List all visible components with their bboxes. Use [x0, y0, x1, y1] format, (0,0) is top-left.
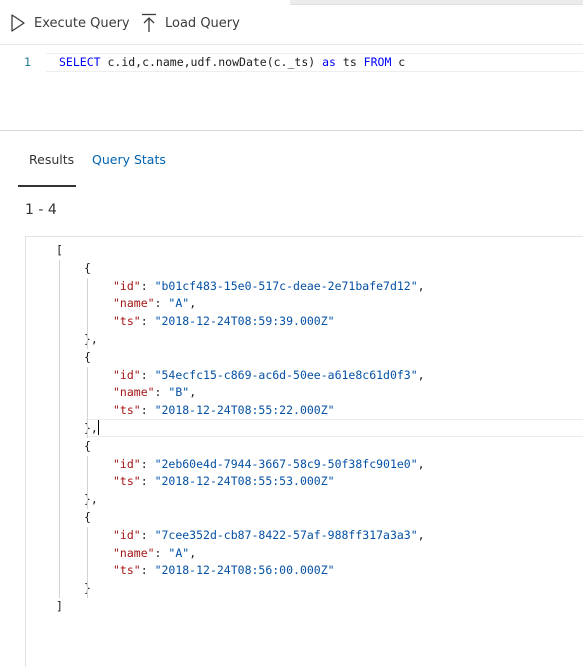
property-key: "ts"	[113, 403, 141, 418]
colon: :	[140, 527, 155, 542]
open-brace: {	[84, 438, 91, 453]
object-open: {	[84, 261, 91, 275]
json-property: "id": "b01cf483-15e0-517c-deae-2e71bafe7…	[113, 279, 425, 293]
property-value: "2018-12-24T08:59:39.000Z"	[154, 314, 335, 329]
load-query-button[interactable]: Load Query	[141, 12, 240, 34]
comma: ,	[189, 296, 197, 311]
colon: :	[154, 545, 169, 560]
comma: ,	[189, 545, 197, 560]
property-value: "b01cf483-15e0-517c-deae-2e71bafe7d12"	[154, 278, 418, 293]
property-value: "2018-12-24T08:55:53.000Z"	[154, 474, 335, 489]
object-open: {	[84, 510, 91, 524]
play-icon	[10, 14, 26, 32]
indent-guide	[87, 526, 88, 598]
tab-results[interactable]: Results	[18, 152, 77, 187]
text-cursor	[98, 420, 99, 435]
indent-guide	[59, 259, 60, 598]
query-projection: c.id,c.name,udf.nowDate(c._ts)	[100, 55, 323, 69]
result-count: 1 - 4	[25, 202, 57, 218]
colon: :	[140, 563, 155, 578]
property-key: "id"	[113, 456, 141, 471]
property-key: "name"	[113, 545, 155, 560]
property-value: "2018-12-24T08:56:00.000Z"	[154, 563, 335, 578]
upload-icon	[141, 13, 157, 33]
indent-guide	[87, 455, 88, 509]
query-alias: ts	[335, 55, 364, 69]
property-value: "2018-12-24T08:55:22.000Z"	[154, 403, 335, 418]
execute-query-button[interactable]: Execute Query	[10, 12, 130, 34]
colon: :	[140, 314, 155, 329]
active-tab-underline	[18, 185, 77, 187]
keyword-as: as	[322, 55, 336, 69]
object-open: {	[84, 350, 91, 364]
json-property: "name": "A",	[113, 546, 196, 560]
property-key: "ts"	[113, 474, 141, 489]
load-query-label: Load Query	[165, 15, 240, 31]
open-bracket: [	[56, 243, 63, 257]
json-property: "name": "A",	[113, 296, 196, 310]
open-brace: {	[84, 510, 91, 524]
json-open-bracket: [	[56, 243, 63, 257]
comma: ,	[417, 527, 425, 542]
colon: :	[140, 474, 155, 489]
query-toolbar: Execute Query Load Query	[0, 0, 583, 45]
line-number: 1	[24, 55, 31, 69]
json-property: "id": "54ecfc15-c869-ac6d-50ee-a61e8c61d…	[113, 368, 425, 382]
property-value: "A"	[168, 545, 190, 560]
open-brace: {	[84, 349, 91, 364]
indent-guide	[87, 366, 88, 438]
tab-query-stats[interactable]: Query Stats	[92, 152, 166, 180]
json-property: "name": "B",	[113, 385, 196, 399]
property-key: "ts"	[113, 314, 141, 329]
colon: :	[154, 385, 169, 400]
json-property: "id": "7cee352d-cb87-8422-57af-988ff317a…	[113, 528, 425, 542]
query-editor[interactable]: 1 SELECT c.id,c.name,udf.nowDate(c._ts) …	[0, 45, 583, 131]
property-value: "7cee352d-cb87-8422-57af-988ff317a3a3"	[154, 527, 418, 542]
json-property: "ts": "2018-12-24T08:56:00.000Z"	[113, 563, 335, 577]
close-bracket: ]	[56, 599, 63, 613]
comma: ,	[417, 278, 425, 293]
open-brace: {	[84, 260, 91, 275]
tab-results-label: Results	[29, 152, 75, 167]
colon: :	[154, 296, 169, 311]
colon: :	[140, 278, 155, 293]
colon: :	[140, 403, 155, 418]
json-property: "ts": "2018-12-24T08:59:39.000Z"	[113, 314, 335, 328]
results-viewer[interactable]: [ { "id": "b01cf483-15e0-517c-deae-2e71baf…	[25, 236, 583, 667]
property-key: "ts"	[113, 563, 141, 578]
selected-line-highlight	[86, 419, 583, 437]
execute-query-label: Execute Query	[34, 15, 130, 31]
query-text[interactable]: SELECT c.id,c.name,udf.nowDate(c._ts) as…	[59, 55, 405, 69]
object-open: {	[84, 439, 91, 453]
colon: :	[140, 367, 155, 382]
json-property: "ts": "2018-12-24T08:55:53.000Z"	[113, 474, 335, 488]
property-key: "id"	[113, 367, 141, 382]
keyword-select: SELECT	[59, 55, 101, 69]
json-property: "id": "2eb60e4d-7944-3667-58c9-50f38fc90…	[113, 457, 425, 471]
comma: ,	[417, 456, 425, 471]
json-property: "ts": "2018-12-24T08:55:22.000Z"	[113, 403, 335, 417]
property-value: "A"	[168, 296, 190, 311]
property-value: "54ecfc15-c869-ac6d-50ee-a61e8c61d0f3"	[154, 367, 418, 382]
colon: :	[140, 456, 155, 471]
property-key: "id"	[113, 278, 141, 293]
indent-guide	[87, 277, 88, 349]
json-close-bracket: ]	[56, 599, 63, 613]
tab-query-stats-label: Query Stats	[92, 152, 166, 167]
property-key: "name"	[113, 296, 155, 311]
property-value: "2eb60e4d-7944-3667-58c9-50f38fc901e0"	[154, 456, 418, 471]
property-value: "B"	[168, 385, 190, 400]
property-key: "id"	[113, 527, 141, 542]
query-source: c	[391, 55, 406, 69]
property-key: "name"	[113, 385, 155, 400]
keyword-from: FROM	[363, 55, 392, 69]
comma: ,	[417, 367, 425, 382]
comma: ,	[189, 385, 197, 400]
